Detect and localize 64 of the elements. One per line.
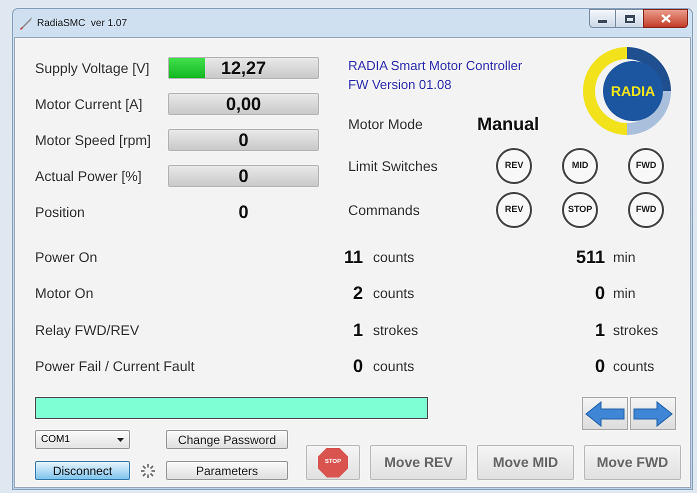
counter-value: 0 — [594, 282, 605, 306]
gauge-value: 12,27 — [220, 58, 268, 78]
counter-unit: counts — [612, 357, 654, 376]
counter-unit: strokes — [372, 320, 420, 340]
command-button[interactable]: STOP — [562, 192, 598, 228]
command-button[interactable]: REV — [496, 192, 532, 228]
limit-switch-indicator: REV — [496, 148, 532, 184]
counter-label: Relay FWD/REV — [35, 320, 140, 340]
counter-unit: strokes — [612, 320, 658, 340]
counter-label: Power On — [35, 248, 98, 267]
window-title: RadiaSMC ver 1.07 — [37, 16, 128, 30]
counter-label: Motor On — [35, 284, 94, 304]
right-arrow-button[interactable] — [630, 397, 676, 430]
gauge-label: Supply Voltage [V] — [35, 58, 150, 78]
left-arrow-button[interactable] — [582, 397, 628, 430]
counter-unit: counts — [372, 248, 416, 267]
motor-mode-label: Motor Mode — [348, 114, 424, 134]
limit-switches-label: Limit Switches — [348, 156, 439, 176]
maximize-icon — [624, 14, 634, 22]
counter-unit: counts — [372, 284, 416, 304]
maximize-button[interactable] — [616, 9, 643, 28]
parameters-button[interactable]: Parameters — [166, 461, 288, 480]
logo-text: RADIA — [610, 83, 656, 99]
counter-value: 0 — [594, 355, 605, 378]
commands-label: Commands — [348, 200, 421, 220]
limit-switch-indicator: FWD — [628, 148, 664, 184]
position-label: Position — [35, 202, 86, 222]
move-button[interactable]: Move REV — [370, 445, 467, 480]
minimize-button[interactable] — [589, 9, 616, 28]
close-button[interactable] — [643, 9, 688, 28]
move-button[interactable]: Move FWD — [584, 445, 681, 480]
counter-unit: counts — [372, 357, 416, 376]
loading-spinner-icon — [140, 462, 156, 478]
device-name: RADIA Smart Motor Controller — [348, 57, 522, 75]
motor-mode-value: Manual — [477, 112, 540, 136]
counter-value: 2 — [352, 282, 363, 306]
gauge-value: 0 — [237, 166, 250, 186]
counter-unit: min — [612, 248, 636, 267]
close-icon — [660, 14, 670, 23]
counter-value: 1 — [352, 318, 363, 342]
counter-value: 0 — [352, 355, 363, 378]
counter-value: 11 — [342, 246, 363, 269]
minimize-icon — [598, 20, 607, 23]
gauge-label: Motor Current [A] — [35, 94, 144, 114]
counter-value: 1 — [594, 318, 605, 342]
gauge-label: Actual Power [%] — [35, 166, 143, 186]
limit-switch-indicator: MID — [562, 148, 598, 184]
disconnect-button[interactable]: Disconnect — [35, 461, 130, 480]
gauge-value: 0 — [237, 130, 250, 150]
right-arrow-icon — [633, 400, 673, 426]
counter-label: Power Fail / Current Fault — [35, 357, 196, 376]
command-button[interactable]: FWD — [628, 192, 664, 228]
gauge-label: Motor Speed [rpm] — [35, 130, 152, 150]
change-password-button[interactable]: Change Password — [166, 430, 288, 449]
counter-unit: min — [612, 284, 636, 304]
logo-icon — [583, 47, 672, 135]
left-arrow-icon — [585, 400, 625, 426]
move-button[interactable]: Move MID — [477, 445, 574, 480]
gauge-value: 0,00 — [224, 94, 262, 114]
position-value: 0 — [237, 200, 250, 224]
counter-value: 511 — [574, 246, 605, 269]
firmware-version: FW Version 01.08 — [348, 76, 452, 94]
caret-icon — [117, 438, 124, 442]
port-dropdown[interactable]: COM1 — [35, 430, 130, 449]
